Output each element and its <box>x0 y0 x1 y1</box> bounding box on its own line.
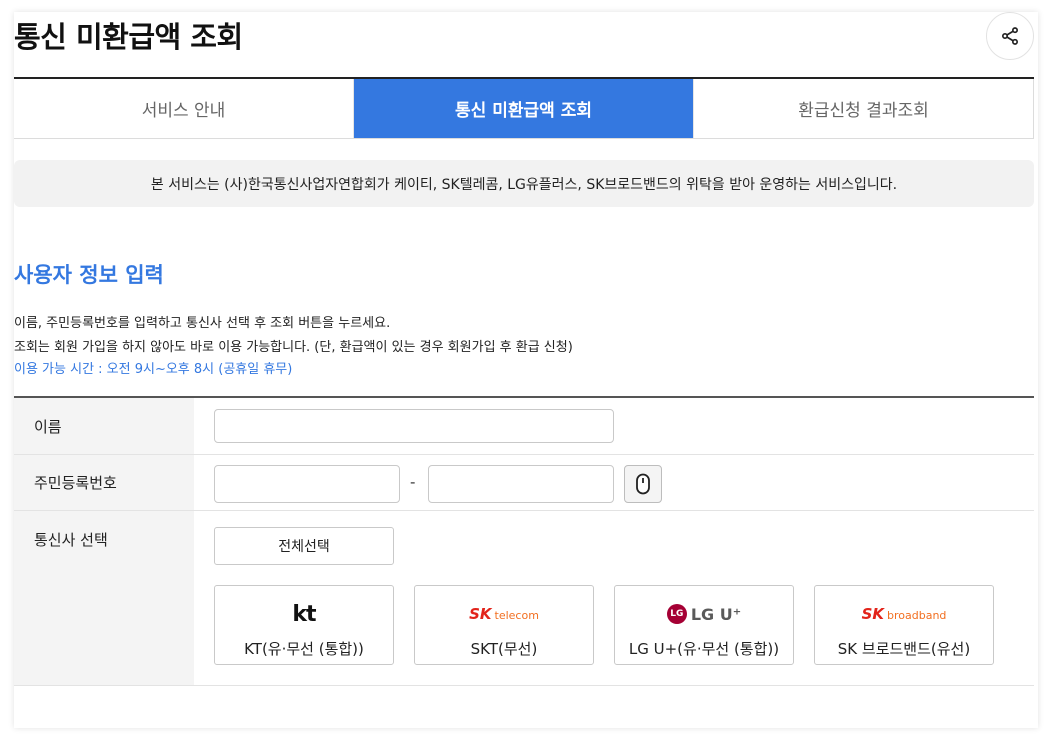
carrier-name: SK 브로드밴드(유선) <box>837 640 971 658</box>
share-button[interactable] <box>986 12 1034 60</box>
form-row-carrier: 통신사 선택 전체선택 kt KT(유·무선 (통합)) SK telecom S… <box>14 511 1034 686</box>
lg-uplus-logo: LG LG U⁺ <box>666 596 741 632</box>
kt-logo: kt <box>292 601 316 627</box>
form-row-rrn: 주민등록번호 - <box>14 455 1034 511</box>
tab-refund-lookup[interactable]: 통신 미환급액 조회 <box>354 79 694 138</box>
name-input[interactable] <box>214 409 614 443</box>
carrier-skt-button[interactable]: SK telecom SKT(무선) <box>414 585 594 665</box>
secure-keypad-button[interactable] <box>624 465 662 503</box>
carrier-skb-button[interactable]: SK broadband SK 브로드밴드(유선) <box>814 585 994 665</box>
carrier-label: 통신사 선택 <box>14 511 194 685</box>
carrier-name: SKT(무선) <box>470 640 538 658</box>
carrier-kt-button[interactable]: kt KT(유·무선 (통합)) <box>214 585 394 665</box>
form-row-name: 이름 <box>14 398 1034 455</box>
page-title: 통신 미환급액 조회 <box>14 20 243 54</box>
share-icon <box>1002 27 1018 45</box>
select-all-button[interactable]: 전체선택 <box>214 527 394 565</box>
carrier-name: KT(유·무선 (통합)) <box>244 640 364 658</box>
section-title: 사용자 정보 입력 <box>14 263 164 287</box>
rrn-label: 주민등록번호 <box>14 455 194 510</box>
tab-service-info[interactable]: 서비스 안내 <box>14 79 354 138</box>
carrier-name: LG U+(유·무선 (통합)) <box>628 640 780 658</box>
tab-refund-result[interactable]: 환급신청 결과조회 <box>694 79 1034 138</box>
membership-note: 조회는 회원 가입을 하지 않아도 바로 이용 가능합니다. (단, 환급액이 … <box>14 340 573 355</box>
sk-telecom-logo: SK telecom <box>469 605 539 623</box>
service-hours: 이용 가능 시간 : 오전 9시~오후 8시 (공휴일 휴무) <box>14 362 293 377</box>
rrn-back-input[interactable] <box>428 465 614 503</box>
name-label: 이름 <box>14 398 194 454</box>
rrn-front-input[interactable] <box>214 465 400 503</box>
sk-broadband-logo: SK broadband <box>861 605 947 623</box>
tab-bar: 서비스 안내 통신 미환급액 조회 환급신청 결과조회 <box>14 77 1034 139</box>
secure-keypad-icon <box>636 473 650 495</box>
user-info-form: 이름 주민등록번호 - 통신사 선택 전체선택 kt KT(유·무선 (통합))… <box>14 396 1034 686</box>
service-notice: 본 서비스는 (사)한국통신사업자연합회가 케이티, SK텔레콤, LG유플러스… <box>14 160 1034 207</box>
carrier-lgu-button[interactable]: LG LG U⁺ LG U+(유·무선 (통합)) <box>614 585 794 665</box>
instruction-text: 이름, 주민등록번호를 입력하고 통신사 선택 후 조회 버튼을 누르세요. <box>14 316 391 331</box>
rrn-separator: - <box>410 473 416 491</box>
